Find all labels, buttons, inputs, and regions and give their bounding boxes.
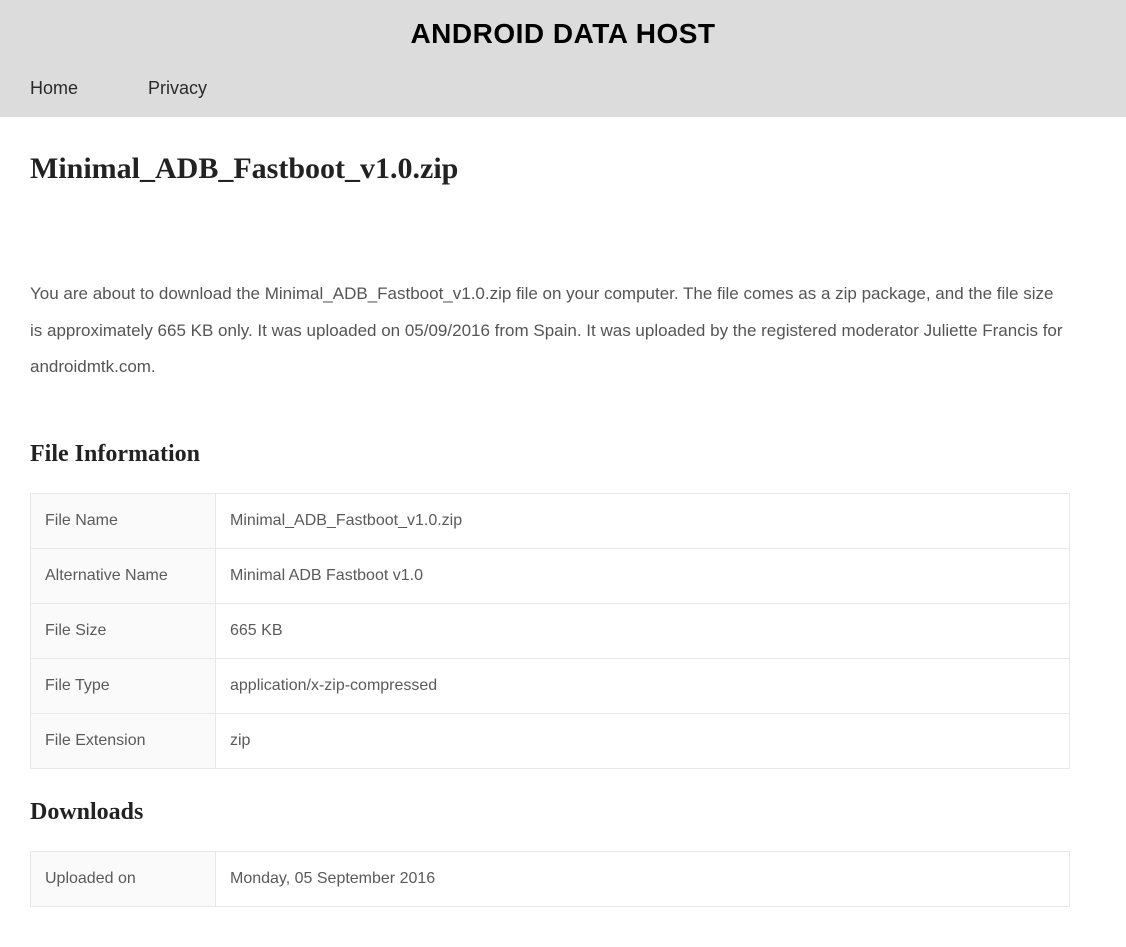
downloads-heading: Downloads [30, 799, 1070, 826]
nav: Home Privacy [0, 60, 1126, 117]
table-label: File Name [31, 493, 216, 548]
table-label: Uploaded on [31, 851, 216, 906]
table-row: File Name Minimal_ADB_Fastboot_v1.0.zip [31, 493, 1070, 548]
table-row: File Extension zip [31, 713, 1070, 768]
table-label: File Extension [31, 713, 216, 768]
file-info-heading: File Information [30, 441, 1070, 468]
table-value: Minimal_ADB_Fastboot_v1.0.zip [216, 493, 1070, 548]
table-value: 665 KB [216, 603, 1070, 658]
table-row: Uploaded on Monday, 05 September 2016 [31, 851, 1070, 906]
file-info-table: File Name Minimal_ADB_Fastboot_v1.0.zip … [30, 493, 1070, 769]
table-label: File Type [31, 658, 216, 713]
downloads-table: Uploaded on Monday, 05 September 2016 [30, 851, 1070, 907]
table-label: File Size [31, 603, 216, 658]
page-title: Minimal_ADB_Fastboot_v1.0.zip [30, 152, 1070, 186]
table-value: application/x-zip-compressed [216, 658, 1070, 713]
table-label: Alternative Name [31, 548, 216, 603]
table-row: File Type application/x-zip-compressed [31, 658, 1070, 713]
content: Minimal_ADB_Fastboot_v1.0.zip You are ab… [0, 117, 1100, 947]
table-row: Alternative Name Minimal ADB Fastboot v1… [31, 548, 1070, 603]
table-value: Monday, 05 September 2016 [216, 851, 1070, 906]
nav-home[interactable]: Home [30, 78, 78, 99]
site-title: ANDROID DATA HOST [0, 18, 1126, 60]
page-description: You are about to download the Minimal_AD… [30, 276, 1070, 386]
nav-privacy[interactable]: Privacy [148, 78, 207, 99]
table-row: File Size 665 KB [31, 603, 1070, 658]
table-value: zip [216, 713, 1070, 768]
header: ANDROID DATA HOST Home Privacy [0, 0, 1126, 117]
table-value: Minimal ADB Fastboot v1.0 [216, 548, 1070, 603]
